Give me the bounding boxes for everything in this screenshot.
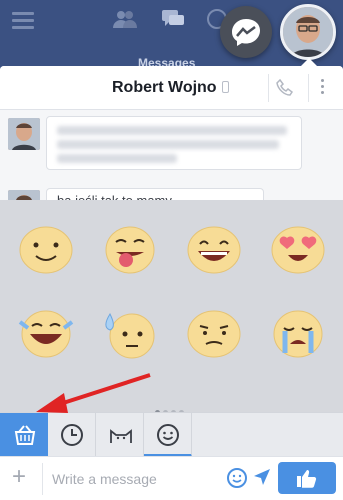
- blurred-text: [57, 154, 177, 163]
- divider: [268, 74, 269, 102]
- tongue-sticker[interactable]: [100, 220, 160, 276]
- messages-icon[interactable]: [160, 8, 186, 30]
- messenger-chat-head[interactable]: [220, 6, 272, 58]
- like-button[interactable]: [278, 462, 336, 494]
- thumbs-up-icon: [297, 470, 317, 488]
- crying-sticker[interactable]: [268, 304, 328, 360]
- confused-sticker[interactable]: [184, 304, 244, 360]
- grin-sticker[interactable]: [184, 220, 244, 276]
- more-options-icon[interactable]: [320, 79, 326, 97]
- chat-panel: Robert Wojno ba jeśli tak to m: [0, 66, 343, 500]
- sticker-grid: [0, 200, 343, 415]
- friends-icon[interactable]: [112, 8, 138, 30]
- message-list: ba jeśli tak to mamy: [0, 110, 343, 222]
- mobile-icon: [222, 81, 229, 93]
- smiley-icon: [157, 424, 179, 446]
- blurred-text: [57, 140, 279, 149]
- location-arrow-icon[interactable]: [252, 467, 272, 487]
- cat-icon: [110, 429, 132, 443]
- phone-icon[interactable]: [275, 78, 295, 98]
- avatar-image: [8, 118, 40, 150]
- basket-icon: [14, 425, 36, 445]
- messenger-icon: [232, 19, 260, 46]
- divider: [308, 74, 309, 102]
- cat-sticker-pack-tab[interactable]: [96, 413, 144, 457]
- clock-icon: [61, 424, 83, 446]
- message-composer: +: [0, 456, 343, 500]
- plus-icon[interactable]: +: [12, 465, 26, 489]
- recent-stickers-tab[interactable]: [48, 413, 96, 457]
- sticker-tab-bar: [0, 412, 343, 457]
- divider: [42, 463, 43, 495]
- avatar: [283, 7, 333, 57]
- contact-name[interactable]: Robert Wojno: [112, 79, 217, 97]
- heart-eyes-sticker[interactable]: [268, 220, 328, 276]
- sticker-store-tab[interactable]: [0, 413, 48, 457]
- message-bubble[interactable]: [46, 116, 302, 170]
- sweat-sticker[interactable]: [100, 304, 160, 360]
- blurred-text: [57, 126, 287, 135]
- message-input[interactable]: [52, 467, 212, 491]
- contact-chat-head-avatar[interactable]: [280, 4, 336, 60]
- sticker-toggle-icon[interactable]: [226, 467, 248, 489]
- tears-of-joy-sticker[interactable]: [16, 304, 76, 360]
- avatar[interactable]: [8, 118, 40, 150]
- menu-icon[interactable]: [12, 12, 34, 30]
- chat-header: Robert Wojno: [0, 66, 343, 110]
- smile-sticker[interactable]: [16, 220, 76, 276]
- emoji-sticker-pack-tab[interactable]: [144, 413, 192, 457]
